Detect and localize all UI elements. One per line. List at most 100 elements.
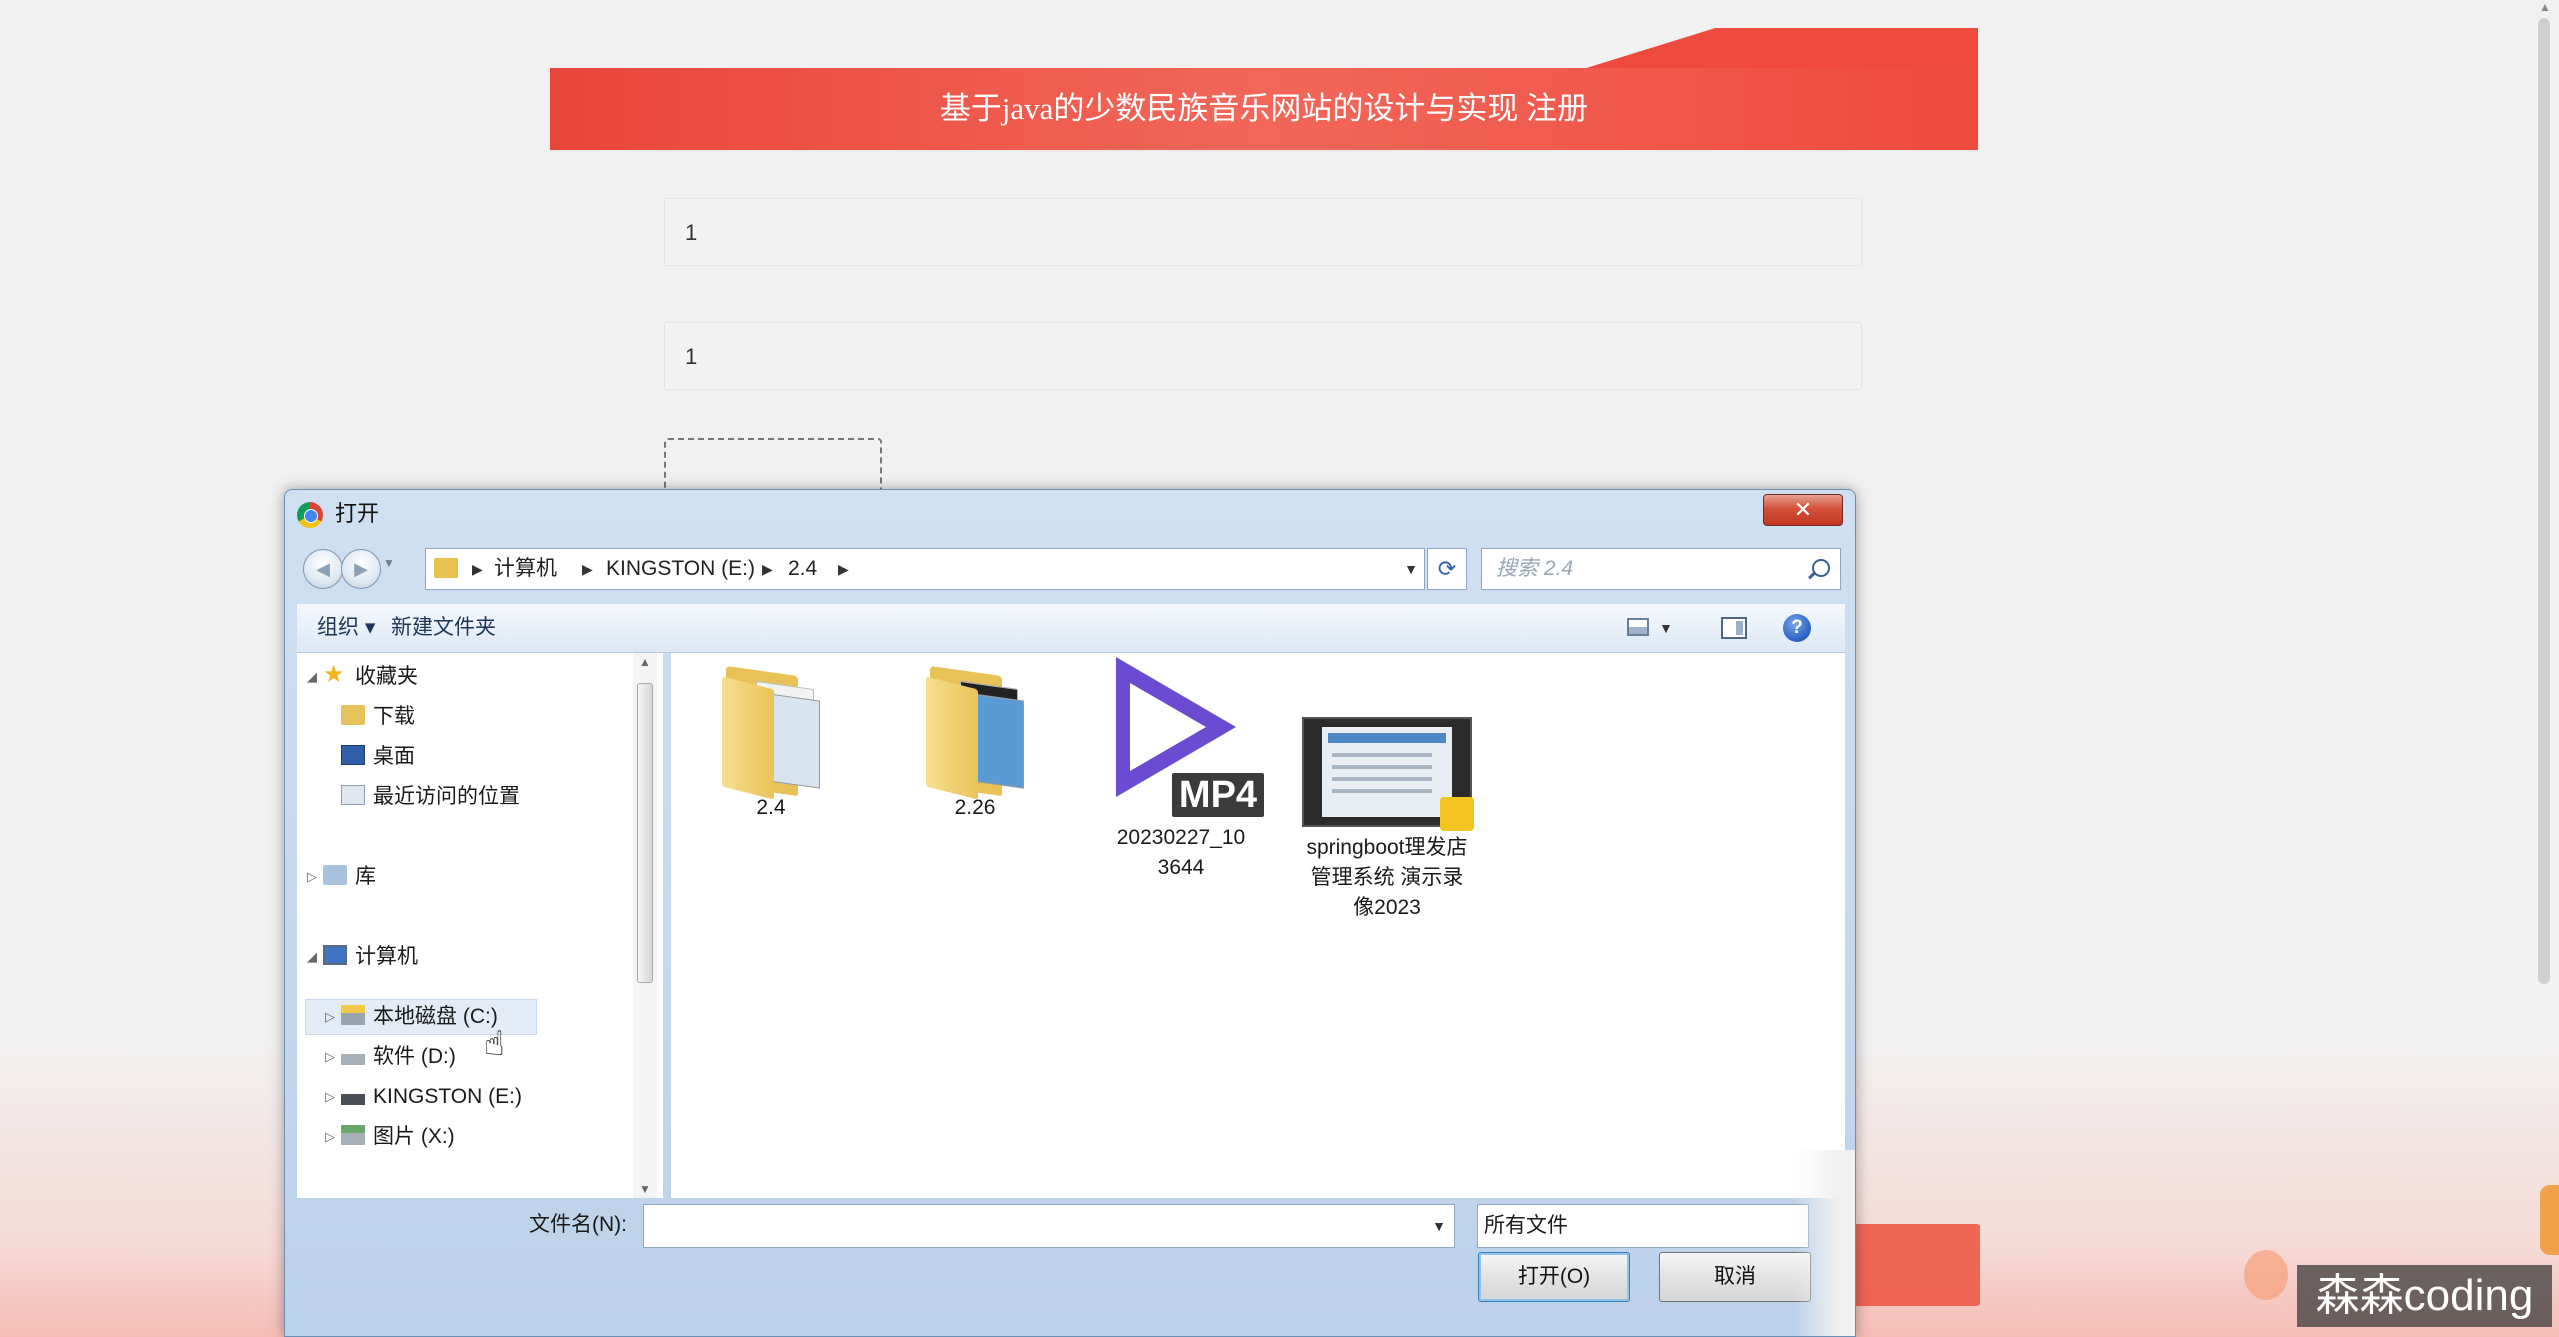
page-scrollbar-thumb[interactable]: [2538, 18, 2550, 984]
breadcrumb-folder[interactable]: 2.4: [788, 549, 817, 589]
nav-recent-places[interactable]: 最近访问的位置: [341, 779, 520, 815]
breadcrumb-arrow-icon[interactable]: ▶: [762, 549, 773, 589]
nav-drive-x[interactable]: 图片 (X:): [341, 1119, 455, 1155]
collapse-arrow-icon[interactable]: ◢: [307, 659, 317, 695]
folder-icon: [716, 665, 826, 800]
nav-libraries-label: 库: [355, 865, 376, 888]
file-item-folder[interactable]: 2.4: [701, 665, 841, 823]
star-icon: ★: [323, 661, 345, 689]
new-folder-button[interactable]: 新建文件夹: [391, 604, 496, 652]
video-glitch-fade: [1795, 1150, 1855, 1336]
breadcrumb-computer[interactable]: 计算机: [494, 549, 557, 589]
nav-drive-d-label: 软件 (D:): [373, 1045, 456, 1068]
nav-favorites-label: 收藏夹: [355, 665, 418, 688]
folder-icon: [434, 558, 458, 578]
history-dropdown-icon[interactable]: ▼: [383, 556, 395, 570]
nav-desktop-label: 桌面: [373, 745, 415, 768]
cancel-button[interactable]: 取消: [1659, 1252, 1811, 1302]
nav-computer[interactable]: 计算机: [323, 939, 418, 975]
back-button[interactable]: ◀: [303, 549, 343, 589]
chrome-icon: [297, 502, 323, 528]
file-list-pane: 2.4 2.26 MP4 20230227_103644 springboot理…: [671, 653, 1845, 1198]
expand-arrow-icon[interactable]: ▷: [307, 859, 317, 895]
breadcrumb-drive[interactable]: KINGSTON (E:): [606, 549, 755, 589]
recent-places-icon: [341, 785, 365, 806]
player-badge-icon: [1440, 797, 1474, 831]
breadcrumb-arrow-icon[interactable]: ▶: [582, 549, 593, 589]
page-banner: 基于java的少数民族音乐网站的设计与实现 注册: [550, 68, 1978, 150]
nav-drive-d[interactable]: 软件 (D:): [341, 1039, 456, 1075]
open-file-dialog: 打开 ✕ ◀ ▶ ▼ ▶ 计算机 ▶ KINGSTON (E:) ▶ 2.4 ▶…: [284, 489, 1856, 1337]
filename-dropdown-icon[interactable]: ▼: [1432, 1205, 1446, 1247]
breadcrumb-arrow-icon[interactable]: ▶: [838, 549, 849, 589]
network-drive-icon: [341, 1125, 365, 1146]
nav-favorites[interactable]: ★ 收藏夹: [323, 659, 418, 695]
address-dropdown-icon[interactable]: ▼: [1404, 549, 1418, 589]
view-options-icon[interactable]: [1627, 618, 1649, 636]
expand-arrow-icon[interactable]: ▷: [325, 1039, 335, 1075]
collapse-arrow-icon[interactable]: ◢: [307, 939, 317, 975]
navigation-pane: ◢ ★ 收藏夹 下载 桌面 最近访问的位置 ▷ 库 ◢ 计算机 ▷ 本地磁盘 (C…: [297, 653, 663, 1198]
nav-drive-e-label: KINGSTON (E:): [373, 1085, 522, 1108]
dialog-titlebar[interactable]: 打开 ✕: [285, 490, 1855, 536]
scroll-up-arrow-icon[interactable]: ▲: [633, 655, 657, 669]
mp4-tag: MP4: [1172, 773, 1264, 817]
system-drive-icon: [341, 1005, 365, 1026]
file-item-video[interactable]: springboot理发店管理系统 演示录像2023: [1297, 717, 1477, 923]
expand-arrow-icon[interactable]: ▷: [325, 1079, 335, 1115]
usb-drive-icon: [341, 1085, 365, 1106]
watermark: 森森coding: [2297, 1265, 2552, 1327]
username-input[interactable]: 1: [664, 198, 1862, 266]
video-thumbnail-icon: [1302, 717, 1474, 831]
search-placeholder: 搜索 2.4: [1496, 557, 1574, 580]
preview-pane-icon[interactable]: [1721, 617, 1747, 639]
side-widget[interactable]: [2540, 1185, 2559, 1255]
dialog-toolbar: 组织 ▾ 新建文件夹 ▼ ?: [297, 604, 1845, 653]
nav-desktop[interactable]: 桌面: [341, 739, 415, 775]
computer-icon: [323, 945, 347, 966]
forward-button[interactable]: ▶: [341, 549, 381, 589]
scroll-down-arrow-icon[interactable]: ▼: [633, 1182, 657, 1196]
open-button[interactable]: 打开(O): [1478, 1252, 1630, 1302]
breadcrumb-arrow-icon[interactable]: ▶: [472, 549, 483, 589]
help-icon[interactable]: ?: [1783, 614, 1811, 642]
nav-libraries[interactable]: 库: [323, 859, 376, 895]
address-bar[interactable]: ▶ 计算机 ▶ KINGSTON (E:) ▶ 2.4 ▶ ▼: [425, 548, 1425, 590]
password-input[interactable]: 1: [664, 322, 1862, 390]
banner-decoration: [1580, 28, 1978, 70]
dialog-title: 打开: [335, 501, 380, 526]
organize-menu[interactable]: 组织 ▾: [317, 604, 375, 652]
nav-computer-label: 计算机: [355, 945, 418, 968]
desktop-icon: [341, 745, 365, 766]
file-item-folder[interactable]: 2.26: [905, 665, 1045, 823]
close-button[interactable]: ✕: [1763, 494, 1843, 526]
nav-scrollbar-thumb[interactable]: [637, 683, 653, 983]
nav-recent-label: 最近访问的位置: [373, 785, 520, 808]
refresh-button[interactable]: ⟳: [1427, 548, 1467, 590]
expand-arrow-icon[interactable]: ▷: [325, 999, 335, 1035]
nav-drive-x-label: 图片 (X:): [373, 1125, 455, 1148]
file-name: 20230227_103644: [1116, 826, 1246, 879]
filetype-select[interactable]: 所有文件: [1477, 1204, 1809, 1248]
view-dropdown-icon[interactable]: ▼: [1659, 604, 1673, 652]
nav-drive-c[interactable]: 本地磁盘 (C:): [341, 999, 498, 1035]
scroll-up-arrow-icon[interactable]: ▲: [2538, 0, 2552, 14]
file-item-mp4[interactable]: MP4 20230227_103644: [1091, 653, 1271, 883]
filename-input[interactable]: ▼: [643, 1204, 1455, 1248]
mp4-video-icon: MP4: [1096, 653, 1266, 823]
search-input[interactable]: 搜索 2.4: [1481, 548, 1841, 590]
page-title: 基于java的少数民族音乐网站的设计与实现 注册: [939, 91, 1589, 126]
nav-downloads-label: 下载: [373, 705, 415, 728]
file-name: springboot理发店管理系统 演示录像2023: [1306, 836, 1468, 919]
search-icon[interactable]: [1812, 559, 1830, 577]
nav-drive-e[interactable]: KINGSTON (E:): [341, 1079, 522, 1115]
nav-downloads[interactable]: 下载: [341, 699, 415, 735]
nav-drive-c-label: 本地磁盘 (C:): [373, 1005, 498, 1028]
libraries-icon: [323, 865, 347, 886]
floating-icon: [2244, 1250, 2288, 1300]
expand-arrow-icon[interactable]: ▷: [325, 1119, 335, 1155]
folder-icon: [920, 665, 1030, 800]
nav-scrollbar[interactable]: ▲ ▼: [633, 653, 657, 1198]
filename-label: 文件名(N):: [529, 1213, 627, 1236]
drive-icon: [341, 1045, 365, 1066]
